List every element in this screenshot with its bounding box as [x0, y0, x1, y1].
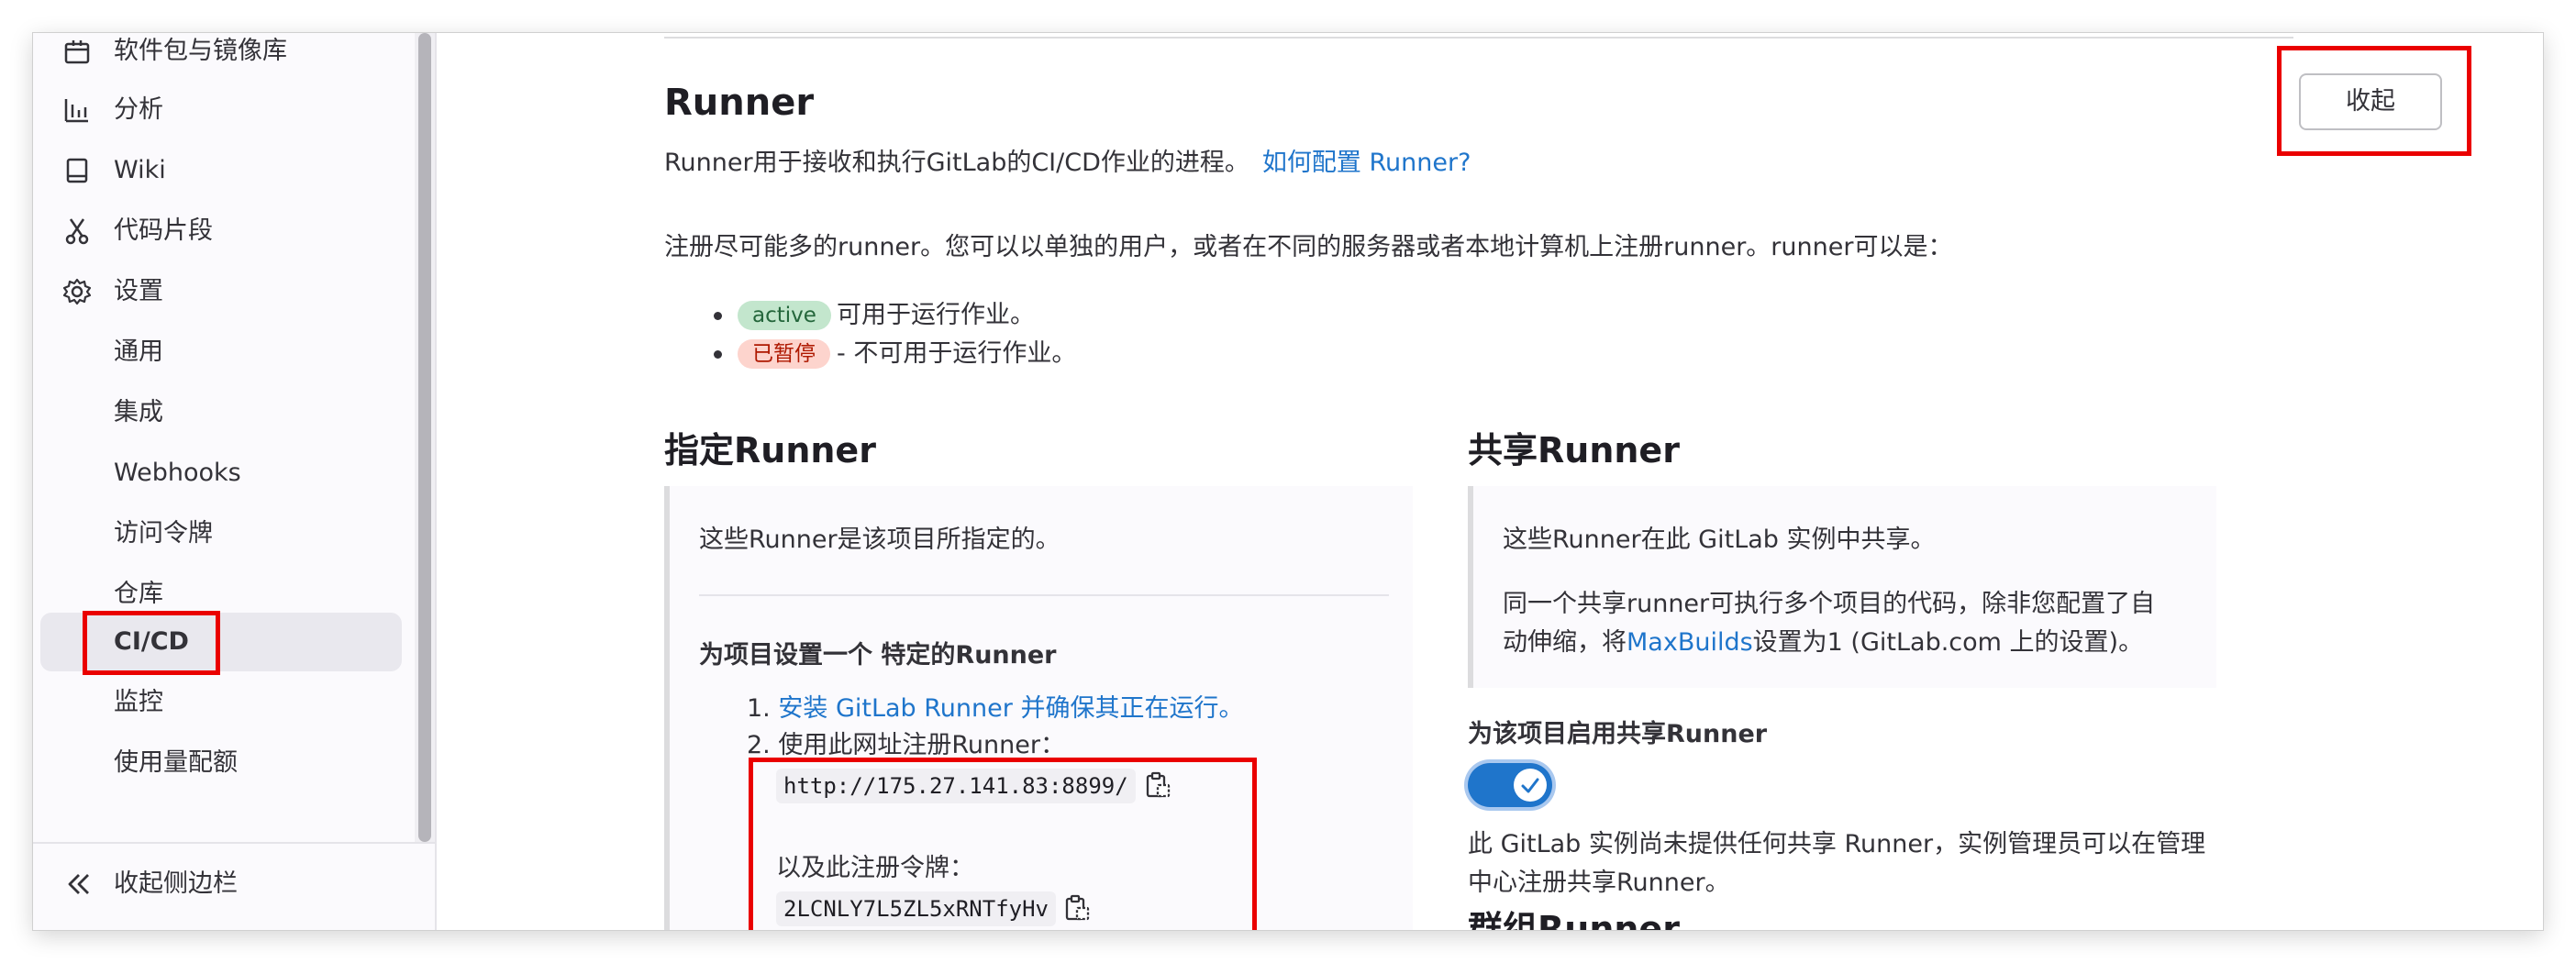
registration-token-code: 2LCNLY7L5ZL5xRNTfyHv [776, 891, 1056, 926]
shared-runners-intro: 这些Runner在此 GitLab 实例中共享。 [1503, 526, 1936, 554]
collapse-sidebar-button[interactable]: 收起侧边栏 [40, 855, 407, 913]
sidebar-nav: 软件包与镜像库 分析 Wiki 代码片段 设置 通用 集成 Webhooks 访… [33, 33, 435, 842]
copy-token-icon[interactable] [1064, 893, 1092, 923]
sidebar-item-label: CI/CD [114, 627, 189, 656]
shared-runners-desc-line-1: 同一个共享runner可执行多个项目的代码，除非您配置了自 [1503, 590, 2156, 618]
shared-runners-panel: 这些Runner在此 GitLab 实例中共享。 同一个共享runner可执行多… [1468, 486, 2216, 688]
sidebar-item-integrations[interactable]: 集成 [40, 383, 402, 442]
snippet-icon [65, 218, 89, 245]
step-2-text: 使用此网址注册Runner： [778, 731, 1065, 759]
sidebar-item-label: 访问令牌 [114, 519, 213, 548]
status-description: - 不可用于运行作业。 [837, 339, 1077, 368]
sidebar-scrollbar-thumb[interactable] [418, 33, 431, 842]
sidebar-item-label: 监控 [114, 688, 163, 716]
bullet [714, 312, 722, 320]
sidebar-item-analytics[interactable]: 分析 [40, 81, 402, 139]
runner-section-title: Runner [664, 82, 815, 124]
sidebar-item-label: 设置 [114, 277, 163, 305]
enable-shared-runners-toggle[interactable] [1468, 763, 1552, 807]
shared-runners-title: 共享Runner [1468, 430, 1680, 470]
sidebar-item-label: 集成 [114, 398, 163, 426]
sidebar-item-label: Webhooks [114, 459, 241, 487]
sidebar-item-label: Wiki [114, 156, 166, 184]
toggle-knob [1514, 769, 1547, 802]
maxbuilds-link[interactable]: MaxBuilds [1627, 628, 1753, 657]
collapse-section-button[interactable]: 收起 [2299, 73, 2442, 130]
shared-runners-note-line-1: 此 GitLab 实例尚未提供任何共享 Runner，实例管理员可以在管理 [1468, 830, 2206, 858]
section-divider [664, 37, 2293, 39]
bullet [714, 350, 722, 359]
status-description: 可用于运行作业。 [837, 301, 1035, 329]
register-runners-text: 注册尽可能多的runner。您可以以单独的用户，或者在不同的服务器或者本地计算机… [664, 233, 1953, 261]
panel-divider [699, 594, 1389, 596]
step-number: 1. [747, 694, 771, 723]
runner-description-text: Runner用于接收和执行GitLab的CI/CD作业的进程。 [664, 149, 1249, 177]
setup-specific-runner-title: 为项目设置一个 特定的Runner [699, 641, 1057, 670]
double-chevron-left-icon [68, 874, 89, 894]
runner-url-code: http://175.27.141.83:8899/ [776, 769, 1136, 803]
sidebar-item-access-tokens[interactable]: 访问令牌 [40, 504, 402, 563]
main-content: Runner Runner用于接收和执行GitLab的CI/CD作业的进程。 如何… [437, 33, 2543, 930]
check-icon [1521, 778, 1539, 793]
copy-url-icon[interactable] [1145, 770, 1172, 800]
sidebar-item-snippets[interactable]: 代码片段 [40, 202, 402, 260]
sidebar: 软件包与镜像库 分析 Wiki 代码片段 设置 通用 集成 Webhooks 访… [33, 33, 437, 930]
book-icon [66, 158, 88, 183]
desc-text: 设置为1 (GitLab.com 上的设置)。 [1752, 628, 2144, 657]
app-window: 软件包与镜像库 分析 Wiki 代码片段 设置 通用 集成 Webhooks 访… [33, 33, 2543, 930]
sidebar-item-cicd[interactable]: CI/CD [40, 613, 402, 671]
install-runner-link[interactable]: 安装 GitLab Runner 并确保其正在运行。 [778, 694, 1243, 723]
sidebar-item-usage-quotas[interactable]: 使用量配额 [40, 734, 402, 792]
sidebar-item-label: 使用量配额 [114, 748, 238, 777]
shared-runners-note-line-2: 中心注册共享Runner。 [1468, 869, 1730, 897]
specific-runners-title: 指定Runner [664, 430, 876, 470]
collapse-sidebar-label: 收起侧边栏 [114, 869, 238, 898]
step-2: 2. 使用此网址注册Runner： [747, 726, 1065, 765]
sidebar-item-label: 分析 [114, 95, 163, 124]
gear-icon [62, 278, 92, 305]
runner-section-description: Runner用于接收和执行GitLab的CI/CD作业的进程。 如何配置 Runn… [664, 145, 1471, 182]
how-to-configure-runner-link[interactable]: 如何配置 Runner? [1262, 149, 1471, 177]
sidebar-item-wiki[interactable]: Wiki [40, 141, 402, 200]
shared-runners-desc-line-2: 动伸缩，将MaxBuilds设置为1 (GitLab.com 上的设置)。 [1503, 624, 2143, 662]
enable-shared-runners-label: 为该项目启用共享Runner [1468, 720, 1768, 748]
package-icon [64, 40, 90, 64]
desc-text: 动伸缩，将 [1503, 628, 1627, 657]
sidebar-item-general[interactable]: 通用 [40, 323, 402, 382]
status-badge-paused: 已暂停 [738, 339, 830, 369]
step-number: 2. [747, 731, 771, 759]
specific-runners-panel: 这些Runner是该项目所指定的。 为项目设置一个 特定的Runner 1. 安… [664, 486, 1413, 930]
sidebar-item-settings[interactable]: 设置 [40, 262, 402, 321]
chart-icon [64, 99, 88, 123]
sidebar-footer: 收起侧边栏 [33, 842, 435, 930]
sidebar-item-label: 代码片段 [114, 216, 213, 245]
specific-runners-intro: 这些Runner是该项目所指定的。 [699, 526, 1060, 554]
group-runners-title: 群组Runner [1468, 909, 1680, 930]
sidebar-item-label: 软件包与镜像库 [114, 37, 287, 65]
step-1: 1. 安装 GitLab Runner 并确保其正在运行。 [747, 690, 1243, 728]
sidebar-item-monitor[interactable]: 监控 [40, 673, 402, 732]
sidebar-item-packages[interactable]: 软件包与镜像库 [40, 33, 402, 81]
status-badge-active: active [738, 301, 831, 330]
registration-token-label: 以及此注册令牌： [776, 854, 974, 882]
sidebar-item-webhooks[interactable]: Webhooks [40, 444, 402, 503]
sidebar-item-label: 通用 [114, 338, 163, 366]
